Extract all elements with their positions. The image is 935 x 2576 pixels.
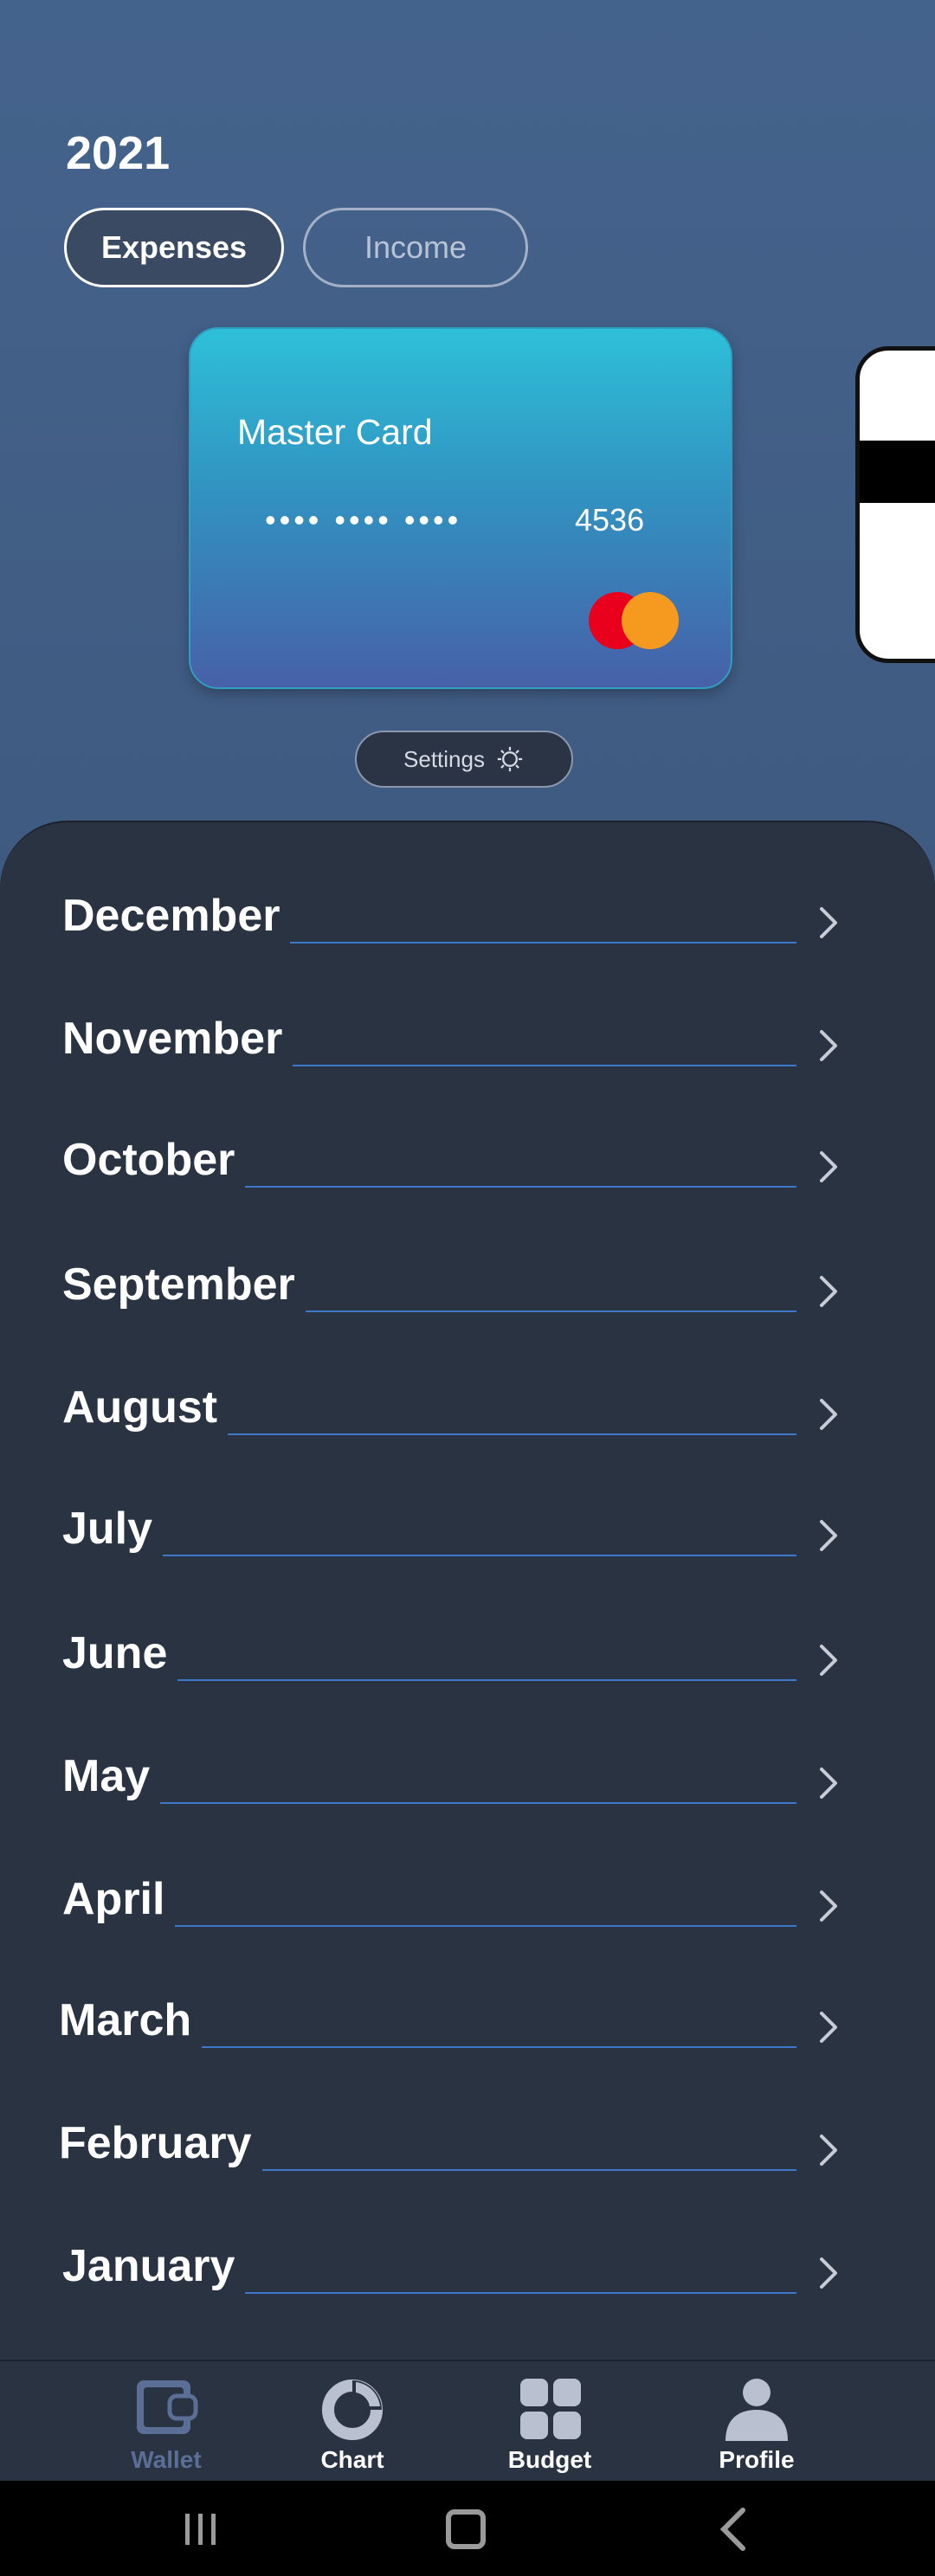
month-label: July xyxy=(62,1503,160,1555)
nav-wallet-label: Wallet xyxy=(131,2446,202,2473)
credit-card[interactable]: Master Card •••• •••• •••• 4536 xyxy=(189,327,732,689)
bottom-nav: Wallet Chart Budget Profile xyxy=(0,2360,935,2483)
system-nav-bar xyxy=(0,2481,935,2576)
budget-icon xyxy=(520,2379,581,2439)
month-label: January xyxy=(62,2240,242,2292)
nav-chart-label: Chart xyxy=(320,2446,384,2473)
month-label: February xyxy=(59,2117,259,2169)
month-divider xyxy=(245,2292,796,2294)
chevron-right-icon xyxy=(820,2257,837,2289)
month-row-august[interactable]: August xyxy=(0,1369,935,1456)
nav-wallet[interactable]: Wallet xyxy=(88,2377,244,2474)
month-row-september[interactable]: September xyxy=(0,1246,935,1333)
month-label: October xyxy=(62,1134,242,1186)
year-title: 2021 xyxy=(66,127,171,179)
chevron-right-icon xyxy=(820,1890,837,1922)
month-label: August xyxy=(62,1381,225,1433)
chevron-right-icon xyxy=(820,1399,837,1430)
card-stripe xyxy=(860,441,935,503)
month-row-october[interactable]: October xyxy=(0,1122,935,1208)
gear-icon xyxy=(497,746,523,772)
month-row-june[interactable]: June xyxy=(0,1615,935,1702)
month-divider xyxy=(228,1433,796,1435)
back-icon[interactable] xyxy=(708,2505,760,2553)
month-label: September xyxy=(62,1259,302,1311)
month-label: March xyxy=(59,1994,199,2046)
month-divider xyxy=(163,1555,796,1556)
month-divider xyxy=(245,1186,796,1188)
nav-profile-label: Profile xyxy=(719,2446,795,2473)
profile-icon xyxy=(725,2379,788,2441)
month-divider xyxy=(262,2169,796,2171)
month-divider xyxy=(175,1925,796,1927)
month-row-january[interactable]: January xyxy=(0,2228,935,2315)
month-row-march[interactable]: March xyxy=(0,1982,935,2069)
nav-chart[interactable]: Chart xyxy=(274,2377,430,2474)
chevron-right-icon xyxy=(820,1520,837,1551)
nav-budget-label: Budget xyxy=(507,2446,592,2473)
month-divider xyxy=(306,1311,796,1312)
nav-profile[interactable]: Profile xyxy=(679,2377,835,2474)
month-row-december[interactable]: December xyxy=(0,878,935,964)
chevron-right-icon xyxy=(820,2012,837,2043)
month-label: December xyxy=(62,890,287,942)
nav-budget[interactable]: Budget xyxy=(472,2377,628,2474)
chevron-right-icon xyxy=(820,1151,837,1182)
card-name: Master Card xyxy=(237,412,433,452)
next-card-preview[interactable] xyxy=(855,346,935,663)
month-label: May xyxy=(62,1750,158,1802)
month-divider xyxy=(202,2046,796,2048)
tab-income[interactable]: Income xyxy=(303,208,528,287)
recent-apps-icon[interactable] xyxy=(175,2505,227,2553)
month-row-november[interactable]: November xyxy=(0,1001,935,1087)
month-row-may[interactable]: May xyxy=(0,1738,935,1825)
card-masked-number: •••• •••• •••• xyxy=(265,502,462,538)
month-label: April xyxy=(62,1873,172,1925)
month-divider xyxy=(293,1065,796,1066)
chevron-right-icon xyxy=(820,907,837,938)
month-row-april[interactable]: April xyxy=(0,1861,935,1948)
mastercard-logo-icon xyxy=(589,590,684,651)
month-row-july[interactable]: July xyxy=(0,1491,935,1577)
chevron-right-icon xyxy=(820,1768,837,1799)
settings-button[interactable]: Settings xyxy=(355,731,573,788)
card-last-digits: 4536 xyxy=(575,502,645,538)
chevron-right-icon xyxy=(820,2135,837,2166)
chevron-right-icon xyxy=(820,1030,837,1061)
month-divider xyxy=(160,1802,796,1804)
chevron-right-icon xyxy=(820,1645,837,1676)
chart-icon xyxy=(322,2380,383,2440)
settings-label: Settings xyxy=(403,745,485,772)
wallet-icon xyxy=(137,2380,198,2434)
month-row-february[interactable]: February xyxy=(0,2105,935,2192)
month-divider xyxy=(290,942,796,943)
home-icon[interactable] xyxy=(440,2505,492,2553)
tab-expenses[interactable]: Expenses xyxy=(64,208,284,287)
month-divider xyxy=(177,1679,796,1681)
month-label: November xyxy=(62,1013,290,1065)
month-label: June xyxy=(62,1627,175,1679)
chevron-right-icon xyxy=(820,1276,837,1307)
